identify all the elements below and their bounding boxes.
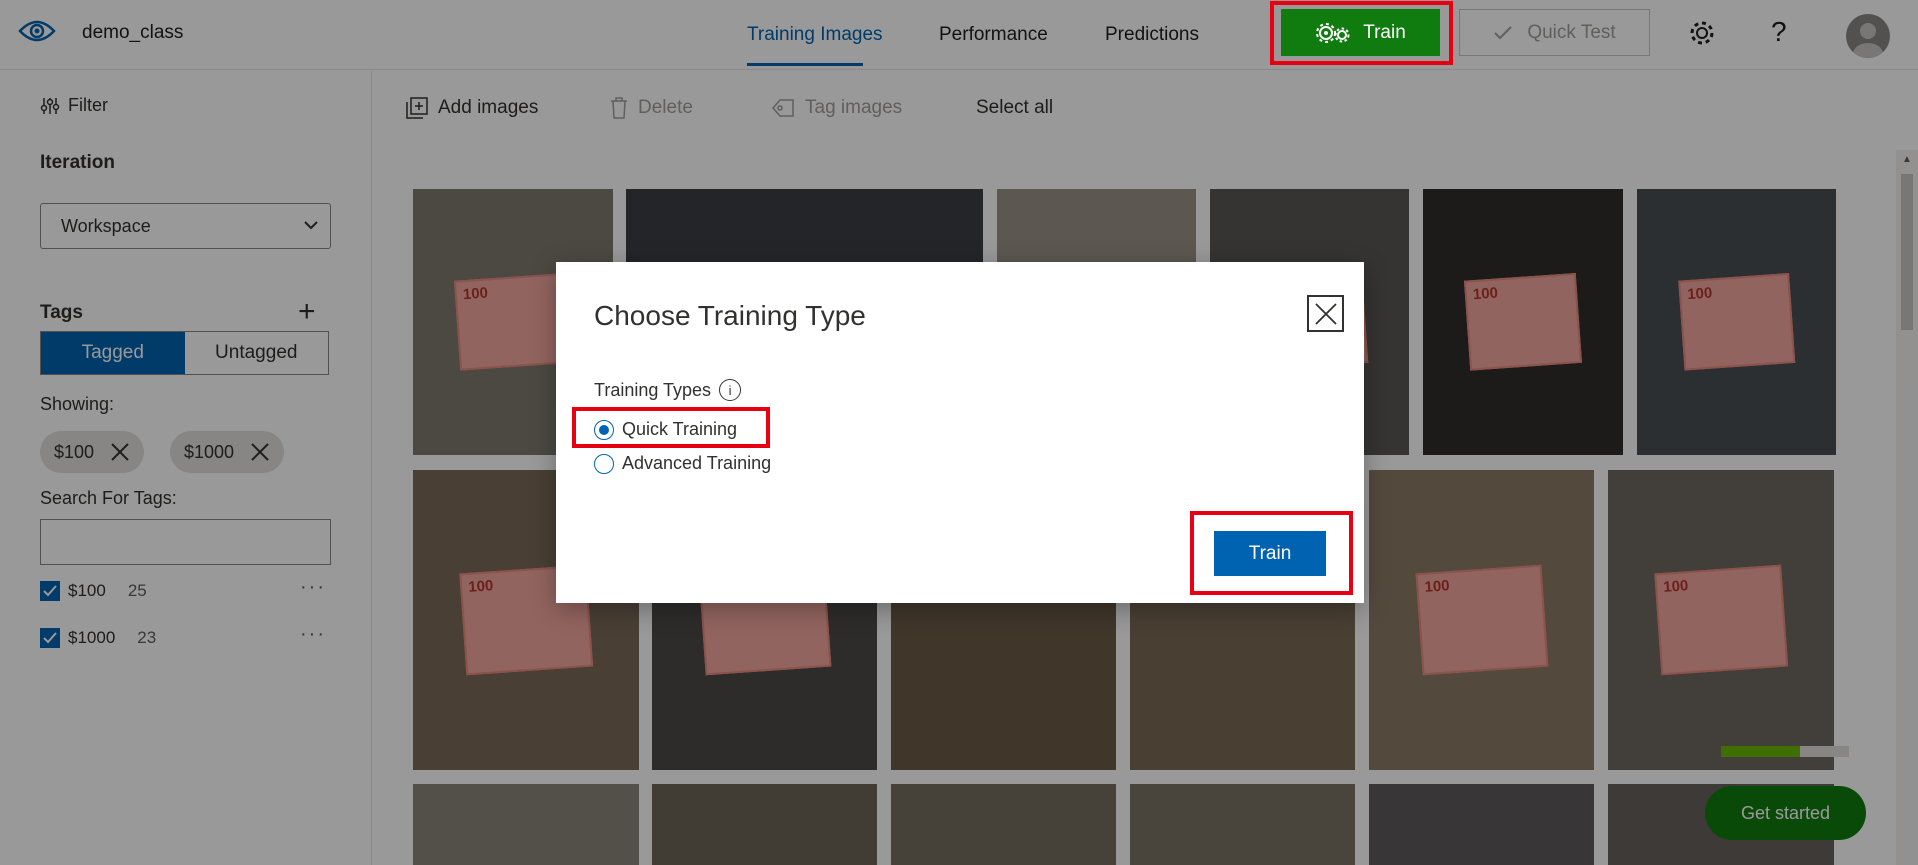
advanced-training-option[interactable]: Advanced Training — [594, 453, 771, 474]
dialog-title: Choose Training Type — [594, 300, 866, 331]
close-icon — [1314, 302, 1337, 325]
dialog-close-button[interactable] — [1307, 295, 1344, 332]
training-types-label: Training Types i — [594, 379, 742, 401]
highlight-box-quick-training — [572, 407, 770, 448]
advanced-training-label: Advanced Training — [622, 453, 772, 473]
highlight-box-train — [1270, 1, 1453, 65]
training-types-text: Training Types — [594, 379, 712, 400]
radio-button[interactable] — [594, 453, 614, 474]
highlight-box-dialog-train — [1190, 511, 1353, 595]
info-icon[interactable]: i — [719, 379, 742, 401]
